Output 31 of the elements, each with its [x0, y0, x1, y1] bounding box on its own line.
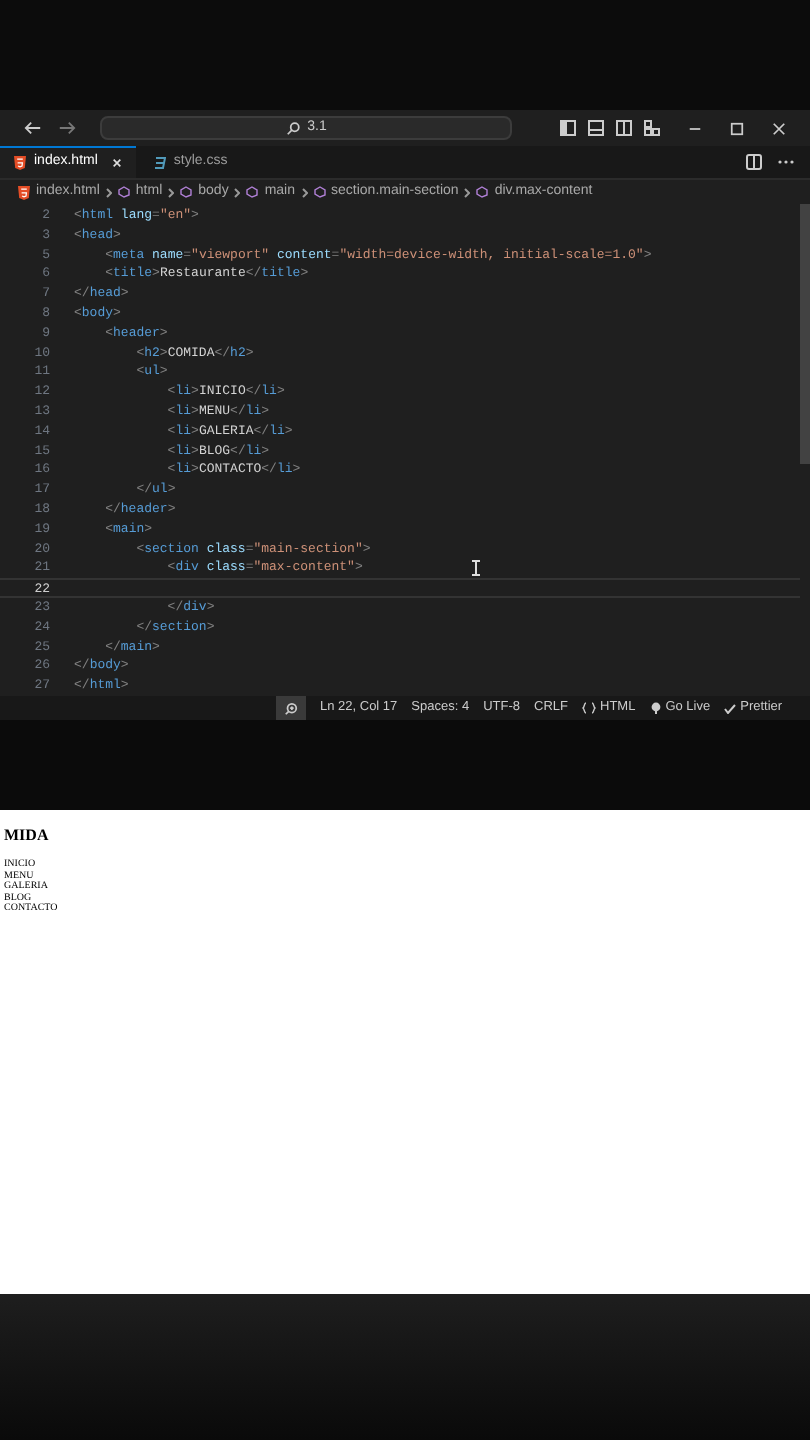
zoom-button[interactable]: [276, 696, 306, 720]
split-editor-icon[interactable]: [746, 154, 762, 170]
chevron-right-icon: [105, 187, 112, 197]
chevron-right-icon: [168, 187, 175, 197]
back-arrow-icon[interactable]: [24, 120, 42, 136]
html-file-icon: [18, 185, 30, 199]
cube-icon: [313, 186, 326, 198]
panel-toggle-icon[interactable]: [588, 120, 604, 136]
css-file-icon: [153, 155, 166, 169]
layout-grid-icon[interactable]: [644, 120, 660, 136]
broadcast-icon: [649, 702, 662, 714]
search-icon: [285, 121, 300, 135]
zoom-icon: [284, 701, 298, 715]
braces-icon: [582, 702, 596, 714]
close-icon[interactable]: [772, 121, 786, 135]
chevron-right-icon: [301, 187, 308, 197]
cube-icon: [476, 186, 489, 198]
sidebar-toggle-icon[interactable]: [560, 120, 576, 136]
chevron-right-icon: [464, 187, 471, 197]
split-layout-icon[interactable]: [616, 120, 632, 136]
page-heading: MIDA: [4, 824, 51, 848]
check-icon: [724, 703, 737, 713]
html-file-icon: [14, 156, 26, 170]
chevron-right-icon: [234, 187, 241, 197]
close-icon[interactable]: [111, 158, 122, 168]
forward-arrow-icon[interactable]: [58, 120, 76, 136]
text-cursor-icon: [472, 560, 480, 576]
maximize-icon[interactable]: [730, 121, 744, 135]
cube-icon: [246, 186, 259, 198]
cube-icon: [180, 186, 193, 198]
cube-icon: [117, 186, 130, 198]
